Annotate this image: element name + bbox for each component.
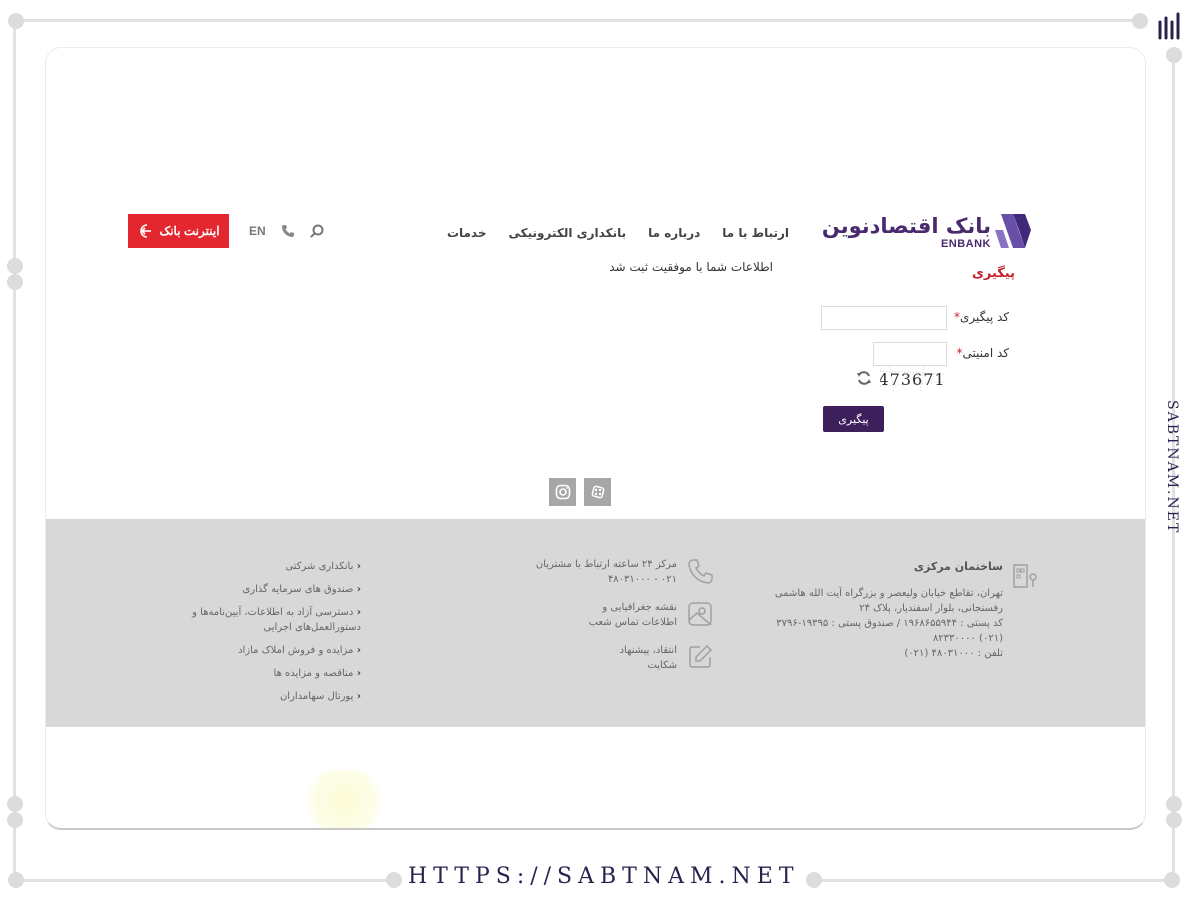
frame-dot [7, 274, 23, 290]
frame-dot [1132, 13, 1148, 29]
footer-link-investment-funds[interactable]: صندوق های سرمایه گذاری [151, 582, 361, 597]
watermark-side-text: SABTNAM.NET [1164, 400, 1180, 535]
frame-dot [8, 13, 24, 29]
nav-item-contact[interactable]: ارتباط با ما [722, 226, 789, 240]
frame-dot [1166, 796, 1182, 812]
tracking-code-label: کد پیگیری* [953, 310, 1009, 324]
frame-bottom-left-line [16, 879, 394, 882]
frame-dot [8, 872, 24, 888]
nav-item-about[interactable]: درباره ما [648, 226, 700, 240]
social-instagram-button[interactable] [549, 478, 576, 506]
frame-dot [7, 812, 23, 828]
hq-title: ساختمان مرکزی [913, 560, 1003, 573]
internet-bank-label: اینترنت بانک [159, 224, 220, 238]
login-icon [140, 224, 152, 238]
footer-link-property-auction[interactable]: مزایده و فروش املاک مازاد [151, 643, 361, 658]
footer-link-tenders[interactable]: مناقصه و مزایده ها [151, 666, 361, 681]
phone-outline-icon [688, 559, 713, 584]
frame-top-line [16, 19, 1140, 22]
feedback-label-2: شکایت [647, 660, 677, 671]
map-label-2: اطلاعات تماس شعب [588, 617, 677, 628]
captcha-text: 473671 [880, 370, 944, 389]
frame-dot [7, 796, 23, 812]
header-tools: EN [249, 223, 326, 239]
bank-logo[interactable]: بانک اقتصادنوین ENBANK [822, 214, 1031, 254]
language-switch[interactable]: EN [249, 224, 266, 238]
logo-text-en: ENBANK [940, 238, 991, 250]
contact-center-phone: ۰۲۱ - ۴۸۰۳۱۰۰۰ [607, 574, 677, 585]
browser-card: بانک اقتصادنوین ENBANK خدمات بانکداری ال… [45, 47, 1146, 830]
enbank-logo-mark-icon [995, 214, 1031, 248]
frame-dot [7, 258, 23, 274]
map-icon [688, 602, 712, 626]
frame-dot [386, 872, 402, 888]
feedback-link[interactable]: انتقاد، پیشنهاد شکایت [620, 643, 677, 673]
aparat-icon [591, 485, 604, 499]
footer-link-corporate-banking[interactable]: بانکداری شرکتی [151, 559, 361, 574]
hq-address: تهران، تقاطع خیابان ولیعصر و بزرگراه آیت… [774, 588, 1003, 614]
nav-item-e-banking[interactable]: بانکداری الکترونیکی [509, 226, 627, 240]
contact-center[interactable]: مرکز ۲۴ ساعته ارتباط با مشتریان ۰۲۱ - ۴۸… [536, 557, 677, 587]
frame-dot [1166, 812, 1182, 828]
logo-text-fa: بانک اقتصادنوین [821, 214, 992, 238]
hq-phone-1: (۰۲۱) ۸۲۳۳۰۰۰۰ [932, 633, 1003, 644]
captcha-image: 473671 [880, 366, 944, 392]
frame-bottom-right-line [822, 879, 1172, 882]
frame-dot [806, 872, 822, 888]
feedback-label-1: انتقاد، پیشنهاد [619, 645, 677, 656]
map-label-1: نقشه جغرافیایی و [602, 602, 677, 613]
edit-icon [689, 644, 713, 668]
frame-dot [1164, 872, 1180, 888]
watermark-url: HTTPS://SABTNAM.NET [408, 864, 800, 889]
social-aparat-button[interactable] [584, 478, 611, 506]
hq-phone-2: تلفن : ۴۸۰۳۱۰۰۰ (۰۲۱) [904, 648, 1003, 659]
security-code-input[interactable] [873, 342, 947, 366]
instagram-icon [555, 484, 570, 500]
frame-left-line [13, 22, 16, 880]
nav-item-services[interactable]: خدمات [447, 226, 487, 240]
refresh-captcha-icon[interactable] [856, 370, 872, 386]
footer-link-shareholders-portal[interactable]: پورتال سهامداران [151, 689, 361, 704]
security-code-label: کد امنیتی* [956, 346, 1009, 360]
search-icon[interactable] [310, 223, 326, 239]
watermark-logo-icon [1158, 12, 1180, 40]
phone-icon[interactable] [280, 223, 296, 239]
site-footer: ساختمان مرکزی تهران، تقاطع خیابان ولیعصر… [46, 519, 1145, 727]
footer-links: بانکداری شرکتی صندوق های سرمایه گذاری دس… [151, 559, 361, 712]
screenshot-frame: بانک اقتصادنوین ENBANK خدمات بانکداری ال… [0, 0, 1201, 901]
footer-link-open-access[interactable]: دسترسی آزاد به اطلاعات، آیین‌نامه‌ها و د… [151, 605, 361, 635]
hq-postal: کد پستی : ۱۹۶۸۶۵۵۹۴۴ / صندوق پستی : ۱۹۳۹… [776, 618, 1003, 629]
branch-map-link[interactable]: نقشه جغرافیایی و اطلاعات تماس شعب [589, 600, 677, 630]
tracking-code-input[interactable] [821, 306, 947, 330]
decorative-blob [302, 770, 386, 828]
frame-dot [1166, 47, 1182, 63]
contact-center-label: مرکز ۲۴ ساعته ارتباط با مشتریان [535, 559, 677, 570]
success-message: اطلاعات شما با موفقیت ثبت شد [609, 260, 773, 274]
building-icon [1013, 564, 1037, 588]
internet-bank-button[interactable]: اینترنت بانک [128, 214, 229, 248]
hq-info: ساختمان مرکزی تهران، تقاطع خیابان ولیعصر… [743, 559, 1003, 661]
main-nav: خدمات بانکداری الکترونیکی درباره ما ارتب… [447, 226, 789, 240]
tracking-section-title: پیگیری [971, 266, 1015, 281]
track-submit-button[interactable]: پیگیری [823, 406, 884, 432]
